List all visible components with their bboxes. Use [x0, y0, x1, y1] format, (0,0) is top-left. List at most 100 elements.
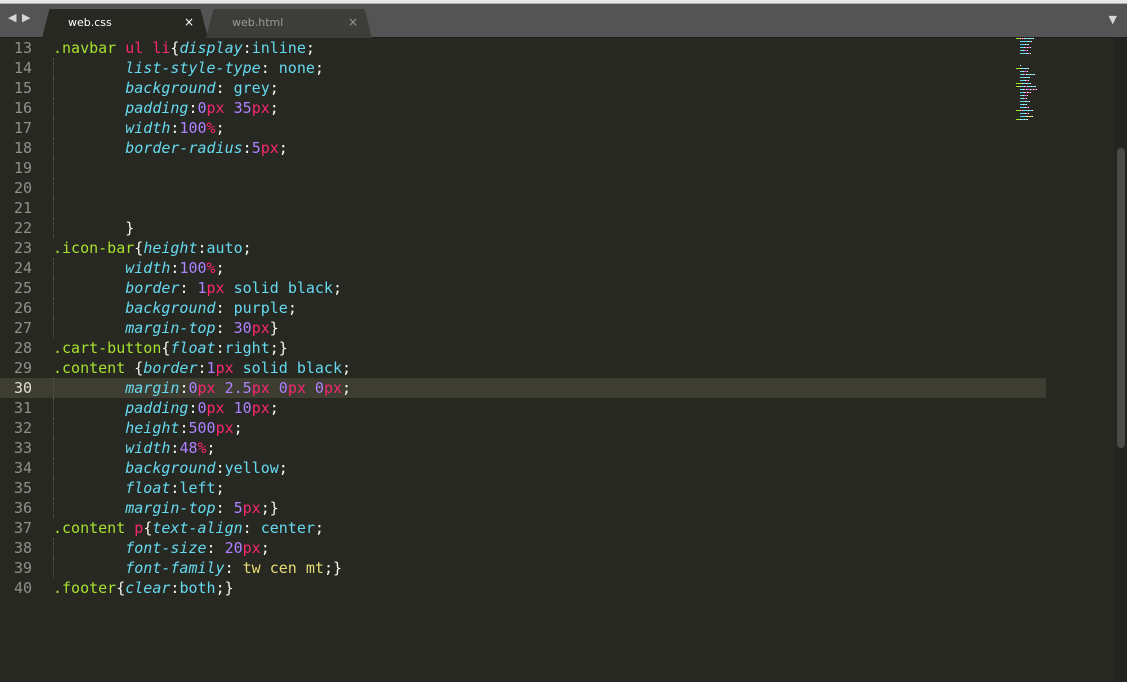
- indent-guide: [53, 258, 54, 278]
- minimap-mark: [1027, 50, 1028, 51]
- code-line[interactable]: .footer{clear:both;}: [46, 578, 1046, 598]
- code-token: border: [125, 279, 180, 297]
- tab-web-html[interactable]: web.html ×: [206, 9, 372, 38]
- code-line[interactable]: border: 1px solid black;: [46, 278, 1046, 298]
- code-line[interactable]: .navbar ul li{display:inline;: [46, 38, 1046, 58]
- code-line[interactable]: margin:0px 2.5px 0px 0px;: [46, 378, 1046, 398]
- code-line[interactable]: background: purple;: [46, 298, 1046, 318]
- code-line[interactable]: [46, 158, 1046, 178]
- indent-guide: [53, 138, 54, 158]
- code-token: %: [206, 259, 216, 277]
- minimap-mark: [1035, 86, 1036, 87]
- code-line[interactable]: .content {border:1px solid black;: [46, 358, 1046, 378]
- code-token: ;: [314, 519, 324, 537]
- code-line[interactable]: background:yellow;: [46, 458, 1046, 478]
- line-number: 16: [13, 99, 32, 117]
- code-token: 100: [179, 259, 207, 277]
- minimap-mark: [1028, 68, 1029, 69]
- indent-guide: [53, 438, 54, 458]
- code-token: ;: [206, 439, 216, 457]
- code-line[interactable]: background: grey;: [46, 78, 1046, 98]
- code-line[interactable]: width:48%;: [46, 438, 1046, 458]
- dropdown-icon[interactable]: ▼: [1109, 13, 1117, 26]
- code-token: width: [125, 439, 171, 457]
- code-token: center: [260, 519, 315, 537]
- code-token: grey: [233, 79, 270, 97]
- tab-web-css[interactable]: web.css ×: [42, 9, 208, 38]
- code-token: 30: [233, 319, 252, 337]
- minimap-mark: [1028, 107, 1029, 108]
- code-token: :: [224, 559, 243, 577]
- code-line[interactable]: padding:0px 35px;: [46, 98, 1046, 118]
- code-token: display: [179, 39, 243, 57]
- code-token: ;: [342, 379, 352, 397]
- line-number: 14: [13, 59, 32, 77]
- code-line[interactable]: padding:0px 10px;: [46, 398, 1046, 418]
- minimap-mark: [1029, 101, 1030, 102]
- line-number: 26: [13, 299, 32, 317]
- indent-guide: [53, 198, 54, 218]
- code-line[interactable]: height:500px;: [46, 418, 1046, 438]
- code-token: ;: [287, 299, 297, 317]
- code-line[interactable]: .cart-button{float:right;}: [46, 338, 1046, 358]
- code-token: px: [206, 99, 225, 117]
- code-line[interactable]: font-size: 20px;: [46, 538, 1046, 558]
- code-token: ;}: [260, 499, 279, 517]
- code-token: 35: [233, 99, 252, 117]
- code-line[interactable]: width:100%;: [46, 258, 1046, 278]
- code-line[interactable]: margin-top: 30px}: [46, 318, 1046, 338]
- nav-left-icon[interactable]: ◀: [8, 11, 16, 24]
- code-line[interactable]: float:left;: [46, 478, 1046, 498]
- code-token: 2.5: [224, 379, 252, 397]
- code-line[interactable]: }: [46, 218, 1046, 238]
- code-token: ;: [215, 259, 225, 277]
- code-line[interactable]: border-radius:5px;: [46, 138, 1046, 158]
- tab-label: web.html: [232, 16, 284, 29]
- code-token: :: [188, 99, 198, 117]
- scrollbar-thumb[interactable]: [1117, 148, 1125, 448]
- code-token: ;: [260, 539, 270, 557]
- code-line[interactable]: margin-top: 5px;}: [46, 498, 1046, 518]
- code-token: float: [125, 479, 171, 497]
- code-line[interactable]: .icon-bar{height:auto;: [46, 238, 1046, 258]
- close-icon[interactable]: ×: [348, 15, 358, 29]
- code-area[interactable]: .navbar ul li{display:inline; list-style…: [46, 38, 1046, 598]
- code-token: float: [170, 339, 216, 357]
- code-line[interactable]: .content p{text-align: center;: [46, 518, 1046, 538]
- indent-guide: [53, 278, 54, 298]
- code-line[interactable]: width:100%;: [46, 118, 1046, 138]
- vertical-scrollbar[interactable]: [1115, 38, 1127, 682]
- code-token: inline: [251, 39, 306, 57]
- code-token: font-family: [125, 559, 225, 577]
- nav-right-icon[interactable]: ▶: [22, 11, 30, 24]
- close-icon[interactable]: ×: [184, 15, 194, 29]
- indent-guide: [53, 558, 54, 578]
- minimap-mark: [1028, 80, 1029, 81]
- tab-bar: ◀ ▶ web.css × web.html × ▼: [0, 4, 1127, 38]
- code-line[interactable]: [46, 198, 1046, 218]
- minimap[interactable]: [1016, 38, 1056, 128]
- code-line[interactable]: list-style-type: none;: [46, 58, 1046, 78]
- code-token: font-size: [125, 539, 207, 557]
- code-token: ;: [242, 239, 252, 257]
- line-number: 27: [13, 319, 32, 337]
- code-token: :: [242, 39, 252, 57]
- indent-guide: [53, 498, 54, 518]
- line-number: 36: [13, 499, 32, 517]
- code-editor[interactable]: 13 14 15 16 17 18 19 20 21 22 23 24 25 26 27 28 29 30 31 32…: [0, 38, 1115, 682]
- code-line[interactable]: [46, 178, 1046, 198]
- indent-guide: [53, 458, 54, 478]
- code-line[interactable]: font-family: tw cen mt;}: [46, 558, 1046, 578]
